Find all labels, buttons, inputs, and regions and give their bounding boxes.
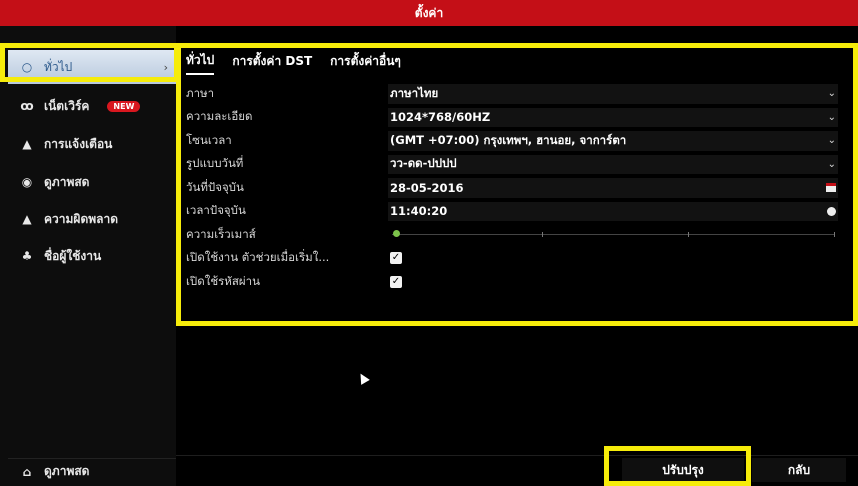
apply-button[interactable]: ปรับปรุง <box>622 458 744 482</box>
chevron-right-icon: › <box>163 60 168 74</box>
language-select[interactable]: ภาษาไทย <box>390 85 838 103</box>
sidebar-item-network[interactable]: ꝏ เน็ตเวิร์ค NEW <box>8 89 176 123</box>
slider-handle[interactable] <box>393 230 400 237</box>
tab-bar: ทั่วไป การตั้งค่า DST การตั้งค่าอื่นๆ <box>186 51 419 75</box>
mouse-speed-slider[interactable] <box>392 234 834 235</box>
time-label: เวลาปัจจุบัน <box>186 203 246 218</box>
time-input[interactable]: 11:40:20 <box>390 204 838 218</box>
sidebar-item-general[interactable]: ○ ทั่วไป › <box>8 50 176 84</box>
resolution-label: ความละเอียด <box>186 109 253 124</box>
timezone-select[interactable]: (GMT +07:00) กรุงเทพฯ, ฮานอย, จาการ์ตา <box>390 132 838 150</box>
sidebar-item-label: ความผิดพลาด <box>44 211 119 226</box>
password-checkbox[interactable]: ✓ <box>390 275 402 288</box>
window-title: ตั้งค่า <box>414 6 444 20</box>
mouse-cursor-icon <box>356 371 370 385</box>
tab-dst[interactable]: การตั้งค่า DST <box>232 52 312 74</box>
wizard-checkbox[interactable]: ✓ <box>390 252 402 265</box>
sidebar-item-exception[interactable]: ▲ ความผิดพลาด <box>8 202 176 236</box>
sidebar-live-view-link[interactable]: ⌂ ดูภาพสด <box>8 458 176 484</box>
sidebar-item-live-view[interactable]: ◉ ดูภาพสด <box>8 165 176 199</box>
date-label: วันที่ปัจจุบัน <box>186 179 244 194</box>
users-icon: ♣ <box>21 249 33 263</box>
wizard-row: เปิดใช้งาน ตัวช่วยเมื่อเริ่มใ... ✓ <box>186 247 838 271</box>
mouse-speed-row: ความเร็วเมาส์ <box>186 223 838 247</box>
slider-tick <box>542 232 543 237</box>
sidebar-item-label: ดูภาพสด <box>44 174 90 189</box>
window-title-bar: ตั้งค่า <box>0 0 858 26</box>
tab-general[interactable]: ทั่วไป <box>186 51 215 75</box>
slider-tick <box>688 232 689 237</box>
wizard-label: เปิดใช้งาน ตัวช่วยเมื่อเริ่มใ... <box>186 250 330 265</box>
language-label: ภาษา <box>186 85 215 100</box>
new-badge: NEW <box>107 100 141 112</box>
back-button[interactable]: กลับ <box>752 458 846 482</box>
tab-more-settings[interactable]: การตั้งค่าอื่นๆ <box>330 52 401 74</box>
time-row: เวลาปัจจุบัน 11:40:20 <box>186 200 838 224</box>
sidebar-item-label: ชื่อผู้ใช้งาน <box>44 248 102 263</box>
date-row: วันที่ปัจจุบัน 28-05-2016 <box>186 176 838 200</box>
sidebar-item-users[interactable]: ♣ ชื่อผู้ใช้งาน <box>8 239 176 273</box>
slider-tick <box>834 232 835 237</box>
date-format-label: รูปแบบวันที่ <box>186 156 244 171</box>
alarm-icon: ▲ <box>22 137 32 151</box>
date-input[interactable]: 28-05-2016 <box>390 181 838 195</box>
language-row: ภาษา ภาษาไทย ⌄ <box>186 82 838 106</box>
warning-icon: ▲ <box>22 212 32 226</box>
sidebar-item-label: เน็ตเวิร์ค <box>44 98 90 113</box>
password-label: เปิดใช้รหัสผ่าน <box>186 273 260 288</box>
timezone-label: โซนเวลา <box>186 132 232 147</box>
settings-form: ภาษา ภาษาไทย ⌄ ความละเอียด 1024*768/60HZ… <box>186 82 838 294</box>
sidebar-bottom-label: ดูภาพสด <box>44 464 90 478</box>
sidebar-item-label: การแจ้งเตือน <box>44 136 113 151</box>
mouse-speed-label: ความเร็วเมาส์ <box>186 226 256 241</box>
sidebar-item-label: ทั่วไป <box>44 59 73 74</box>
home-icon: ⌂ <box>22 464 32 479</box>
timezone-row: โซนเวลา (GMT +07:00) กรุงเทพฯ, ฮานอย, จา… <box>186 129 838 153</box>
date-format-select[interactable]: วว-ดด-ปปปป <box>390 155 838 173</box>
date-format-row: รูปแบบวันที่ วว-ดด-ปปปป ⌄ <box>186 153 838 177</box>
sidebar-item-alarm[interactable]: ▲ การแจ้งเตือน <box>8 127 176 161</box>
resolution-row: ความละเอียด 1024*768/60HZ ⌄ <box>186 106 838 130</box>
network-icon: ꝏ <box>20 99 34 113</box>
resolution-select[interactable]: 1024*768/60HZ <box>390 110 838 124</box>
password-row: เปิดใช้รหัสผ่าน ✓ <box>186 270 838 294</box>
sidebar: ○ ทั่วไป › ꝏ เน็ตเวิร์ค NEW ▲ การแจ้งเตื… <box>0 26 176 486</box>
circle-icon: ○ <box>21 60 33 74</box>
live-view-icon: ◉ <box>21 175 33 189</box>
